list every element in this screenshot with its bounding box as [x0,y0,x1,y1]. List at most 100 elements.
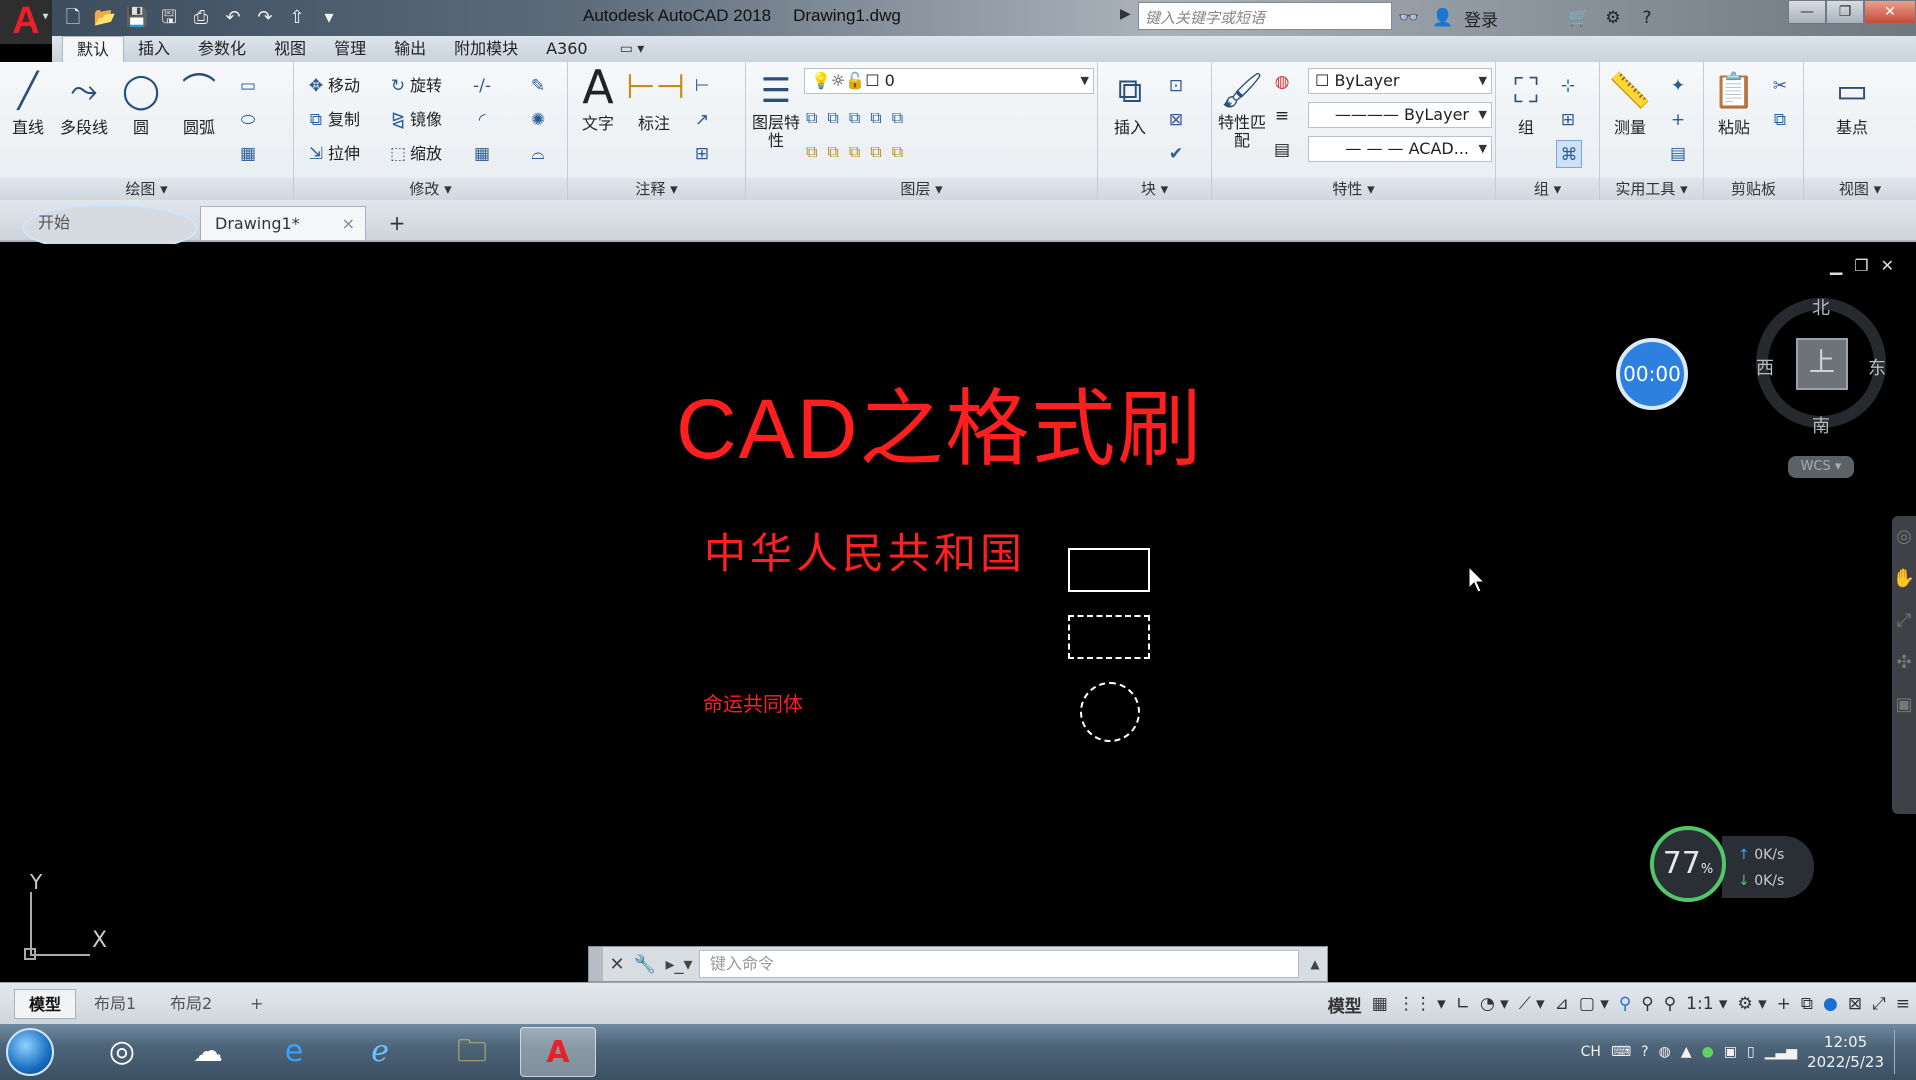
circle-button[interactable]: ◯ 圆 [114,68,168,138]
grid-icon[interactable]: ▦ [1372,994,1388,1014]
drawing-rectangle-dashed[interactable] [1068,615,1150,659]
save-as-icon[interactable]: 🖫 [156,6,182,30]
measure-button[interactable]: 📏 测量 [1602,68,1658,138]
show-desktop-button[interactable] [1894,1030,1906,1074]
tab-parametric[interactable]: 参数化 [184,36,260,62]
search-expand-icon[interactable]: ▶ [1120,6,1131,22]
compass-east[interactable]: 东 [1868,354,1886,380]
linear-dim-button[interactable]: ⊢ [690,72,714,100]
point-button[interactable]: + [1666,106,1690,134]
paste-button[interactable]: 📋 粘贴 [1706,68,1762,138]
layout-tab-model[interactable]: 模型 [14,989,77,1019]
color-wheel-icon[interactable]: ◍ [1270,68,1294,96]
drawing-text-line2[interactable]: 命运共同体 [703,688,803,717]
calculator-button[interactable]: ▤ [1666,140,1690,168]
stretch-button[interactable]: ⇲ 拉伸 [304,140,360,168]
new-file-icon[interactable]: 🗋 [60,6,86,30]
line-button[interactable]: ╱ 直线 [0,68,56,138]
hatch-button[interactable]: ▦ [236,140,260,168]
group-select-toggle[interactable]: ⌘ [1556,140,1582,168]
dimension-button[interactable]: ⊢⊣ 标注 [626,64,685,134]
tab-insert[interactable]: 插入 [124,36,184,62]
memory-gauge[interactable]: 77% [1650,826,1726,902]
panel-clipboard-label[interactable]: 剪贴板 [1704,178,1803,200]
table-button[interactable]: ⊞ [690,140,714,168]
layer-properties-button[interactable]: ☰ 图层特性 [748,68,804,150]
file-explorer-icon[interactable]: 🗀 [434,1027,510,1077]
tab-view[interactable]: 视图 [260,36,320,62]
copy-clip-button[interactable]: ⧉ [1768,106,1792,134]
tab-drawing1[interactable]: Drawing1* × [200,206,366,240]
power-icon[interactable]: ▯ [1747,1044,1755,1060]
application-menu-button[interactable]: A ▾ [0,0,52,44]
close-button[interactable]: ✕ [1864,0,1916,24]
browser-360-icon[interactable]: ◎ [84,1027,160,1077]
compass-north[interactable]: 北 [1812,294,1830,320]
clock[interactable]: 12:05 2022/5/23 [1807,1032,1884,1072]
panel-view-label[interactable]: 视图 ▾ [1804,178,1916,200]
base-view-button[interactable]: ▭ 基点 [1824,68,1880,138]
scale-button[interactable]: ⬚ 缩放 [386,140,442,168]
lineweight-icon[interactable]: ≡ [1270,102,1294,130]
open-file-icon[interactable]: 📂 [92,6,118,30]
fillet-button[interactable]: ◜ [470,106,494,134]
attribute-button[interactable]: ✔ [1164,140,1188,168]
group-edit-button[interactable]: ⊞ [1556,106,1580,134]
hardware-accel-icon[interactable]: ● [1823,994,1838,1014]
cart-icon[interactable]: 🛒 [1566,6,1592,30]
showmotion-icon[interactable]: ▣ [1892,684,1916,726]
arc-button[interactable]: ⌒ 圆弧 [172,68,226,138]
command-line-grip[interactable] [589,947,603,981]
panel-block-label[interactable]: 块 ▾ [1098,178,1211,200]
autocad-taskbar-icon[interactable]: A [520,1027,596,1077]
new-tab-button[interactable]: + [380,206,414,240]
rectangle-button[interactable]: ▭ [236,72,260,100]
osnap-icon[interactable]: ⊿ [1555,994,1569,1014]
panel-groups-label[interactable]: 组 ▾ [1496,178,1599,200]
ime-indicator[interactable]: CH [1581,1044,1601,1060]
annotation-visibility-icon[interactable]: ⚲ [1619,994,1631,1014]
wcs-dropdown[interactable]: WCS ▾ [1788,456,1854,478]
ellipse-button[interactable]: ⬭ [236,106,260,134]
layout-tab-layout2[interactable]: 布局2 [156,989,226,1019]
insert-button[interactable]: ⧉ 插入 [1102,68,1158,138]
command-customize-icon[interactable]: 🔧 [631,954,659,975]
tab-output[interactable]: 输出 [380,36,440,62]
cut-button[interactable]: ✂ [1768,72,1792,100]
search-input[interactable]: 键入关键字或短语 [1138,2,1392,30]
a360-icon[interactable]: ⚙ [1600,6,1626,30]
zoom-extents-icon[interactable]: ⤢ [1892,600,1916,642]
drawing-title-text[interactable]: CAD之格式刷 [676,362,1203,483]
redo-icon[interactable]: ↷ [252,6,278,30]
text-button[interactable]: A 文字 [570,64,626,134]
panel-draw-label[interactable]: 绘图 ▾ [0,178,293,200]
share-icon[interactable]: ⇧ [284,6,310,30]
orbit-icon[interactable]: ✣ [1892,642,1916,684]
layer-tools-row1[interactable]: ⧉⧉⧉⧉⧉ [806,104,913,132]
lineweight-combo[interactable]: — — — ACAD... ▼ [1308,136,1492,162]
leader-button[interactable]: ↗ [690,106,714,134]
model-space-button[interactable]: 模型 [1328,992,1362,1017]
customize-menu-icon[interactable]: ≡ [1896,994,1910,1014]
print-icon[interactable]: ⎙ [188,6,214,30]
fullscreen-icon[interactable]: ⤢ [1872,994,1886,1014]
tab-manage[interactable]: 管理 [320,36,380,62]
mirror-button[interactable]: ⧎ 镜像 [386,106,442,134]
recording-timer[interactable]: 00:00 [1616,338,1688,410]
tab-default[interactable]: 默认 [62,36,125,62]
tray-expand-icon[interactable]: ▲ [1681,1044,1692,1060]
device-icon[interactable]: ▣ [1724,1044,1737,1060]
transparency-icon[interactable]: ▤ [1270,136,1294,164]
workspace-gear-icon[interactable]: ⚙ ▾ [1737,994,1766,1014]
object-snap-icon[interactable]: ▢ ▾ [1579,994,1609,1014]
trim-button[interactable]: -/- [470,72,494,100]
auto-scale-icon[interactable]: ⚲ [1641,994,1653,1014]
command-prompt-icon[interactable]: ▸_▾ [659,954,699,975]
panel-utilities-label[interactable]: 实用工具 ▾ [1600,178,1703,200]
keyboard-icon[interactable]: ⌨ [1611,1044,1631,1060]
undo-icon[interactable]: ↶ [220,6,246,30]
viewcube-top-face[interactable]: 上 [1796,338,1848,390]
plus-icon[interactable]: + [1777,994,1791,1014]
move-button[interactable]: ✥ 移动 [304,72,360,100]
copy-button[interactable]: ⧉ 复制 [304,106,360,134]
